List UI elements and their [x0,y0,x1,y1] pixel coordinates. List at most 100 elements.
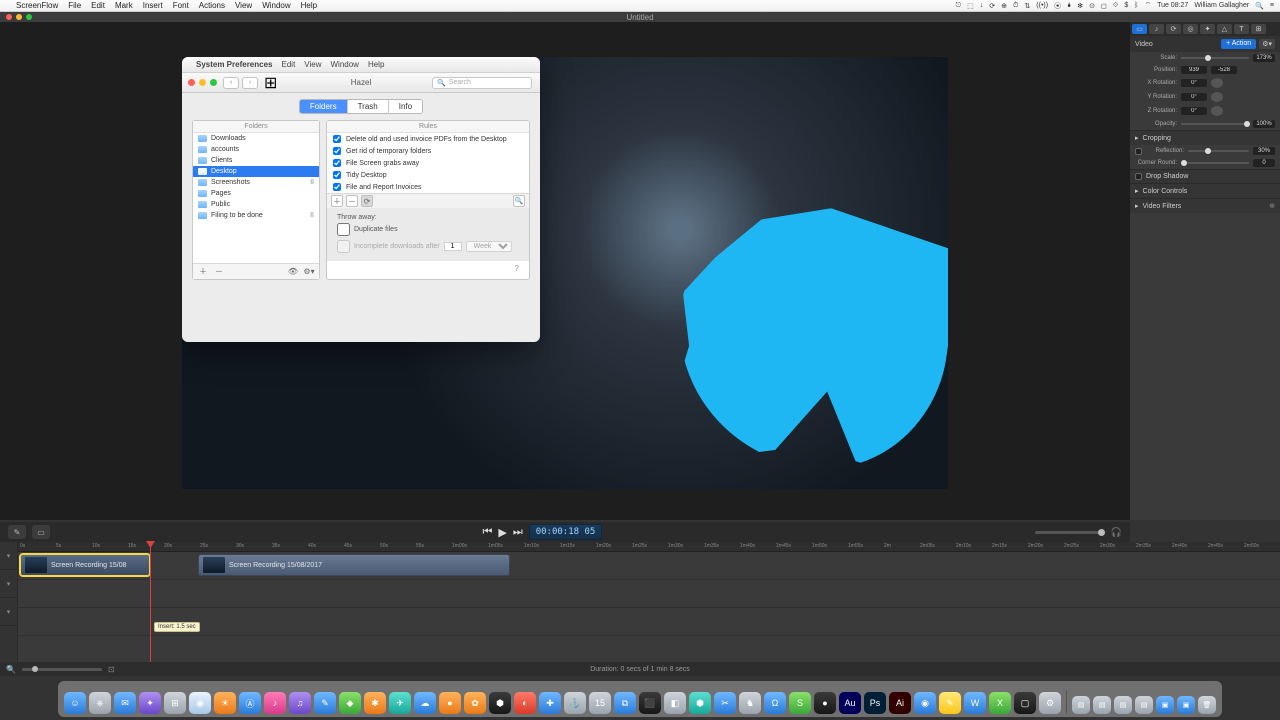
rule-checkbox[interactable] [333,159,341,167]
track-header[interactable]: ▾ [0,598,17,626]
scale-slider[interactable] [1181,57,1249,59]
menubar-icon[interactable]: ((•)) [1036,2,1048,9]
playhead[interactable] [150,542,151,676]
zrot-dial[interactable] [1211,106,1223,116]
close-button[interactable] [6,14,12,20]
dock-app[interactable]: ✱ [364,692,386,714]
menubar-icon[interactable]: ⊕ [1001,2,1007,10]
dock-app[interactable]: ⎈ [89,692,111,714]
dock-app[interactable]: ✚ [539,692,561,714]
dock-app[interactable]: Ω [764,692,786,714]
xrot-dial[interactable] [1211,78,1223,88]
inspector-tab-video[interactable]: ▭ [1132,24,1147,34]
menubar-icon[interactable]: ⦿ [1054,1,1061,11]
menubar-user[interactable]: William Gallagher [1194,2,1249,9]
timeline-track[interactable]: Screen Recording 15/08 Screen Recording … [18,552,1280,580]
menubar-mark[interactable]: Mark [115,1,133,10]
rule-item[interactable]: File and Report Invoices [327,181,529,193]
rules-list[interactable]: Delete old and used invoice PDFs from th… [327,133,529,193]
menubar-icon[interactable]: ⏱ [1013,2,1018,10]
folder-item[interactable]: Downloads [193,133,319,144]
play-button[interactable]: ▶ [498,526,506,539]
dock-finder[interactable]: ☺ [64,692,86,714]
add-action-button[interactable]: + Action [1221,39,1256,49]
dock-app[interactable]: ⬢ [489,692,511,714]
spotlight-icon[interactable]: 🔍 [1255,2,1264,10]
add-filter-icon[interactable]: ⊕ [1269,202,1275,210]
tab-info[interactable]: Info [389,100,422,113]
dock-app[interactable]: ✎ [314,692,336,714]
menubar-icon[interactable]: 🌢 [1067,2,1071,10]
menubar-edit[interactable]: Edit [91,1,105,10]
menubar-insert[interactable]: Insert [143,1,163,10]
minimize-button[interactable] [16,14,22,20]
xrot-value[interactable] [1181,79,1207,87]
folder-item[interactable]: Public [193,199,319,210]
wifi-icon[interactable]: ⌔ [1144,1,1151,10]
rule-item[interactable]: Tidy Desktop [327,169,529,181]
hazel-maximize-button[interactable] [210,79,217,86]
rule-item[interactable]: Delete old and used invoice PDFs from th… [327,133,529,145]
menubar-view[interactable]: View [235,1,252,10]
grid-button[interactable]: ⊞ [264,73,280,93]
hazel-menu-window[interactable]: Window [331,60,359,69]
dock-app[interactable]: ♞ [739,692,761,714]
maximize-button[interactable] [26,14,32,20]
hazel-menu-app[interactable]: System Preferences [196,60,273,69]
menubar-icon[interactable]: ◻ [1101,2,1107,10]
dock-app[interactable]: ◐ [514,692,536,714]
back-button[interactable]: ‹ [223,77,239,89]
zrot-value[interactable] [1181,107,1207,115]
preview-button[interactable]: 👁 [287,266,299,278]
dock-appstore[interactable]: Ⓐ [239,692,261,714]
folder-item[interactable]: Filing to be doneII [193,210,319,221]
add-folder-button[interactable]: ＋ [197,266,209,278]
rule-item[interactable]: File Screen grabs away [327,157,529,169]
menubar-file[interactable]: File [68,1,81,10]
inspector-gear-button[interactable]: ⚙▾ [1259,39,1275,49]
inspector-tab-annotation[interactable]: △ [1217,24,1232,34]
folder-item-selected[interactable]: Desktop [193,166,319,177]
reflection-checkbox[interactable] [1135,148,1142,155]
reflection-value[interactable]: 30% [1253,147,1275,155]
timeline-zoom-slider[interactable] [1035,531,1105,534]
menubar-icon[interactable]: ⬚ [967,2,974,10]
dock-app[interactable]: ⚓ [564,692,586,714]
dock-folder[interactable]: ▣ [1156,696,1174,714]
dock-mail[interactable]: ✉ [114,692,136,714]
track-header[interactable]: ▾ [0,570,17,598]
bluetooth-icon[interactable]: ᛒ [1134,2,1138,9]
folder-item[interactable]: accounts [193,144,319,155]
dock-doc[interactable]: ▤ [1114,696,1132,714]
throw-duplicate-row[interactable]: Duplicate files [337,221,519,238]
gear-button[interactable]: ⚙▾ [303,266,315,278]
frame-mode-button[interactable]: ▭ [32,525,50,539]
inspector-tab-touch[interactable]: ✦ [1200,24,1215,34]
dock-doc[interactable]: ▤ [1093,696,1111,714]
dock-app[interactable]: ● [439,692,461,714]
menubar-icon[interactable]: ⊙ [1089,2,1095,10]
menubar-icon[interactable]: ⎋ [956,2,962,10]
dropshadow-checkbox[interactable] [1135,173,1142,180]
help-button[interactable]: ? [327,261,529,279]
inspector-tab-text[interactable]: T [1234,24,1249,34]
zoom-slider[interactable] [22,668,102,671]
rule-item[interactable]: Get rid of temporary folders [327,145,529,157]
dock-screenflow[interactable]: ● [814,692,836,714]
inspector-tab-screen[interactable]: ⟳ [1166,24,1181,34]
clip-selected[interactable]: Screen Recording 15/08 [20,554,150,576]
timecode[interactable]: 00:00:18 05 [529,524,603,540]
dock-app[interactable]: ✈ [389,692,411,714]
menubar-actions[interactable]: Actions [199,1,225,10]
headphones-icon[interactable]: 🎧 [1111,527,1122,538]
hazel-minimize-button[interactable] [199,79,206,86]
dropshadow-section[interactable]: Drop Shadow [1130,169,1280,183]
hazel-menu-edit[interactable]: Edit [282,60,296,69]
inspector-tab-media[interactable]: ⊞ [1251,24,1266,34]
menubar-icon[interactable]: ✻ [1077,2,1083,10]
tab-trash[interactable]: Trash [348,100,389,113]
reflection-slider[interactable] [1188,150,1249,152]
dock-app[interactable]: ☁ [414,692,436,714]
dock-app[interactable]: ☀ [214,692,236,714]
canvas-stage[interactable]: System Preferences Edit View Window Help… [0,22,1130,520]
